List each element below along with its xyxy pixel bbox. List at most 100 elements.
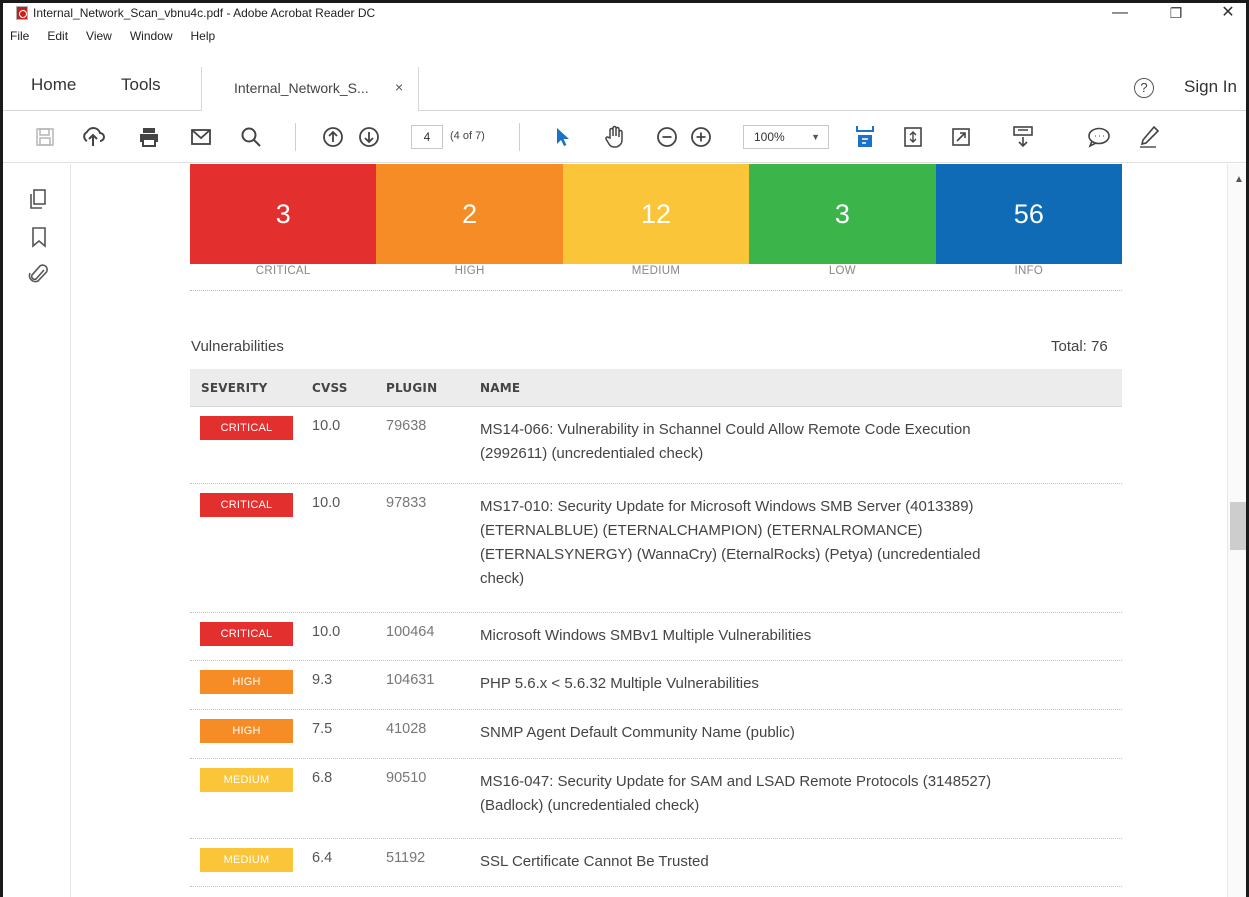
column-header-name: NAME <box>480 381 521 395</box>
critical-count-block: 3 <box>190 164 377 264</box>
critical-count: 3 <box>275 198 291 229</box>
chevron-down-icon: ▼ <box>811 132 820 142</box>
full-screen-icon[interactable] <box>949 125 973 149</box>
menu-edit[interactable]: Edit <box>44 29 71 43</box>
table-row: CRITICAL 10.0 79638 MS14-066: Vulnerability… <box>190 407 1122 484</box>
severity-badge: CRITICAL <box>200 493 293 517</box>
vulnerability-name: MS16-047: Security Update for SAM and LS… <box>480 770 1116 818</box>
vulnerability-name-line: Microsoft Windows SMBv1 Multiple Vulnera… <box>480 627 812 644</box>
vulnerability-name: SSL Certificate Cannot Be Trusted <box>480 850 1116 874</box>
cvss-score: 9.3 <box>312 672 333 688</box>
menu-window[interactable]: Window <box>127 29 176 43</box>
menu-view[interactable]: View <box>83 29 115 43</box>
search-icon[interactable] <box>239 125 263 149</box>
tab-document-label: Internal_Network_S... <box>234 80 369 96</box>
minimize-button[interactable]: — <box>1100 3 1140 25</box>
vulnerability-name: MS14-066: Vulnerability in Schannel Coul… <box>480 418 1116 466</box>
vulnerability-name-line: MS17-010: Security Update for Microsoft … <box>480 498 974 515</box>
info-count: 56 <box>1013 198 1044 229</box>
vertical-scrollbar[interactable]: ▲ <box>1227 164 1246 897</box>
severity-badge: MEDIUM <box>200 848 293 872</box>
table-row: MEDIUM 6.4 51192 SSL Certificate Cannot Be … <box>190 839 1122 887</box>
page-up-icon[interactable] <box>321 125 345 149</box>
maximize-button[interactable]: ❐ <box>1156 3 1196 25</box>
vulnerability-name-line: PHP 5.6.x < 5.6.32 Multiple Vulnerabilit… <box>480 675 759 692</box>
help-icon[interactable]: ? <box>1134 78 1154 98</box>
save-icon[interactable] <box>33 125 57 149</box>
high-count-block: 2 <box>376 164 563 264</box>
column-header-severity: SEVERITY <box>201 381 268 395</box>
tab-tools[interactable]: Tools <box>121 75 161 95</box>
vulnerability-name-line: MS16-047: Security Update for SAM and LS… <box>480 773 992 790</box>
hand-icon[interactable] <box>603 125 627 149</box>
window-title: Internal_Network_Scan_vbnu4c.pdf - Adobe… <box>33 6 376 20</box>
severity-badge: MEDIUM <box>200 768 293 792</box>
select-cursor-icon[interactable] <box>551 125 575 149</box>
menu-help[interactable]: Help <box>188 29 219 43</box>
vulnerability-name-line: (Badlock) (uncredentialed check) <box>480 797 700 814</box>
zoom-in-icon[interactable] <box>689 125 713 149</box>
cvss-score: 10.0 <box>312 495 341 511</box>
vulnerability-name-line: SSL Certificate Cannot Be Trusted <box>480 853 709 870</box>
page-down-icon[interactable] <box>357 125 381 149</box>
menu-file[interactable]: File <box>7 29 32 43</box>
close-window-button[interactable]: ✕ <box>1208 3 1246 25</box>
vulnerability-name-line: (ETERNALSYNERGY) (WannaCry) (EternalRock… <box>480 546 981 563</box>
sign-in-link[interactable]: Sign In <box>1184 77 1237 97</box>
vulnerability-name-line: (ETERNALBLUE) (ETERNALCHAMPION) (ETERNAL… <box>480 522 923 539</box>
page-count: (4 of 7) <box>450 130 485 142</box>
fit-page-icon[interactable] <box>853 125 877 149</box>
plugin-id: 100464 <box>386 624 435 640</box>
page-number-input[interactable]: 4 <box>411 125 443 149</box>
info-label: INFO <box>1014 265 1044 277</box>
medium-count: 12 <box>640 198 672 229</box>
acrobat-app-icon <box>16 6 28 20</box>
zoom-out-icon[interactable] <box>655 125 679 149</box>
acrobat-window: Internal_Network_Scan_vbnu4c.pdf - Adobe… <box>0 0 1249 897</box>
print-icon[interactable] <box>137 125 161 149</box>
tab-close-icon[interactable]: × <box>395 79 403 95</box>
info-count-block: 56 <box>935 164 1123 264</box>
scroll-mode-icon[interactable] <box>901 125 925 149</box>
scroll-up-icon[interactable]: ▲ <box>1234 174 1244 185</box>
page-thumbnails-icon[interactable] <box>28 188 50 210</box>
cvss-score: 6.8 <box>312 770 333 786</box>
zoom-select[interactable]: 100% ▼ <box>743 125 829 149</box>
table-row: HIGH 7.5 41028 SNMP Agent Default Community… <box>190 710 1122 759</box>
vulnerability-name: Microsoft Windows SMBv1 Multiple Vulnera… <box>480 624 1116 648</box>
plugin-id: 41028 <box>386 721 427 737</box>
bookmark-icon[interactable] <box>28 226 50 248</box>
severity-labels: CRITICAL HIGH MEDIUM LOW INFO <box>190 265 1122 277</box>
vulnerability-name: SNMP Agent Default Community Name (publi… <box>480 721 1116 745</box>
tab-home[interactable]: Home <box>31 75 76 95</box>
divider <box>190 290 1122 291</box>
cvss-score: 7.5 <box>312 721 333 737</box>
severity-badge: CRITICAL <box>200 416 293 440</box>
table-row: HIGH 9.3 104631 PHP 5.6.x < 5.6.32 Multiple… <box>190 661 1122 710</box>
scroll-thumb[interactable] <box>1230 502 1246 550</box>
read-mode-icon[interactable] <box>1011 125 1035 149</box>
upload-cloud-icon[interactable] <box>81 125 105 149</box>
toolbar-separator <box>295 123 296 151</box>
toolbar-separator <box>519 123 520 151</box>
severity-summary: 3 2 12 3 56 <box>190 164 1123 264</box>
column-header-plugin: PLUGIN <box>386 381 438 395</box>
severity-badge: HIGH <box>200 670 293 694</box>
cvss-score: 10.0 <box>312 624 341 640</box>
high-count: 2 <box>462 198 478 229</box>
highlight-pen-icon[interactable] <box>1137 125 1161 149</box>
attachment-icon[interactable] <box>28 262 50 284</box>
critical-label: CRITICAL <box>255 265 311 277</box>
comment-icon[interactable] <box>1087 125 1111 149</box>
plugin-id: 51192 <box>386 850 426 866</box>
table-header: SEVERITY CVSS PLUGIN NAME <box>190 369 1122 407</box>
vulnerability-name: PHP 5.6.x < 5.6.32 Multiple Vulnerabilit… <box>480 672 1116 696</box>
email-icon[interactable] <box>189 125 213 149</box>
severity-badge: HIGH <box>200 719 293 743</box>
vulnerability-name-line: MS14-066: Vulnerability in Schannel Coul… <box>480 421 971 438</box>
low-label: LOW <box>828 265 856 277</box>
tab-document[interactable]: Internal_Network_S... × <box>201 67 419 111</box>
table-row: MEDIUM 6.8 90510 MS16-047: Security Update … <box>190 759 1122 839</box>
plugin-id: 97833 <box>386 495 427 511</box>
severity-badge: CRITICAL <box>200 622 293 646</box>
